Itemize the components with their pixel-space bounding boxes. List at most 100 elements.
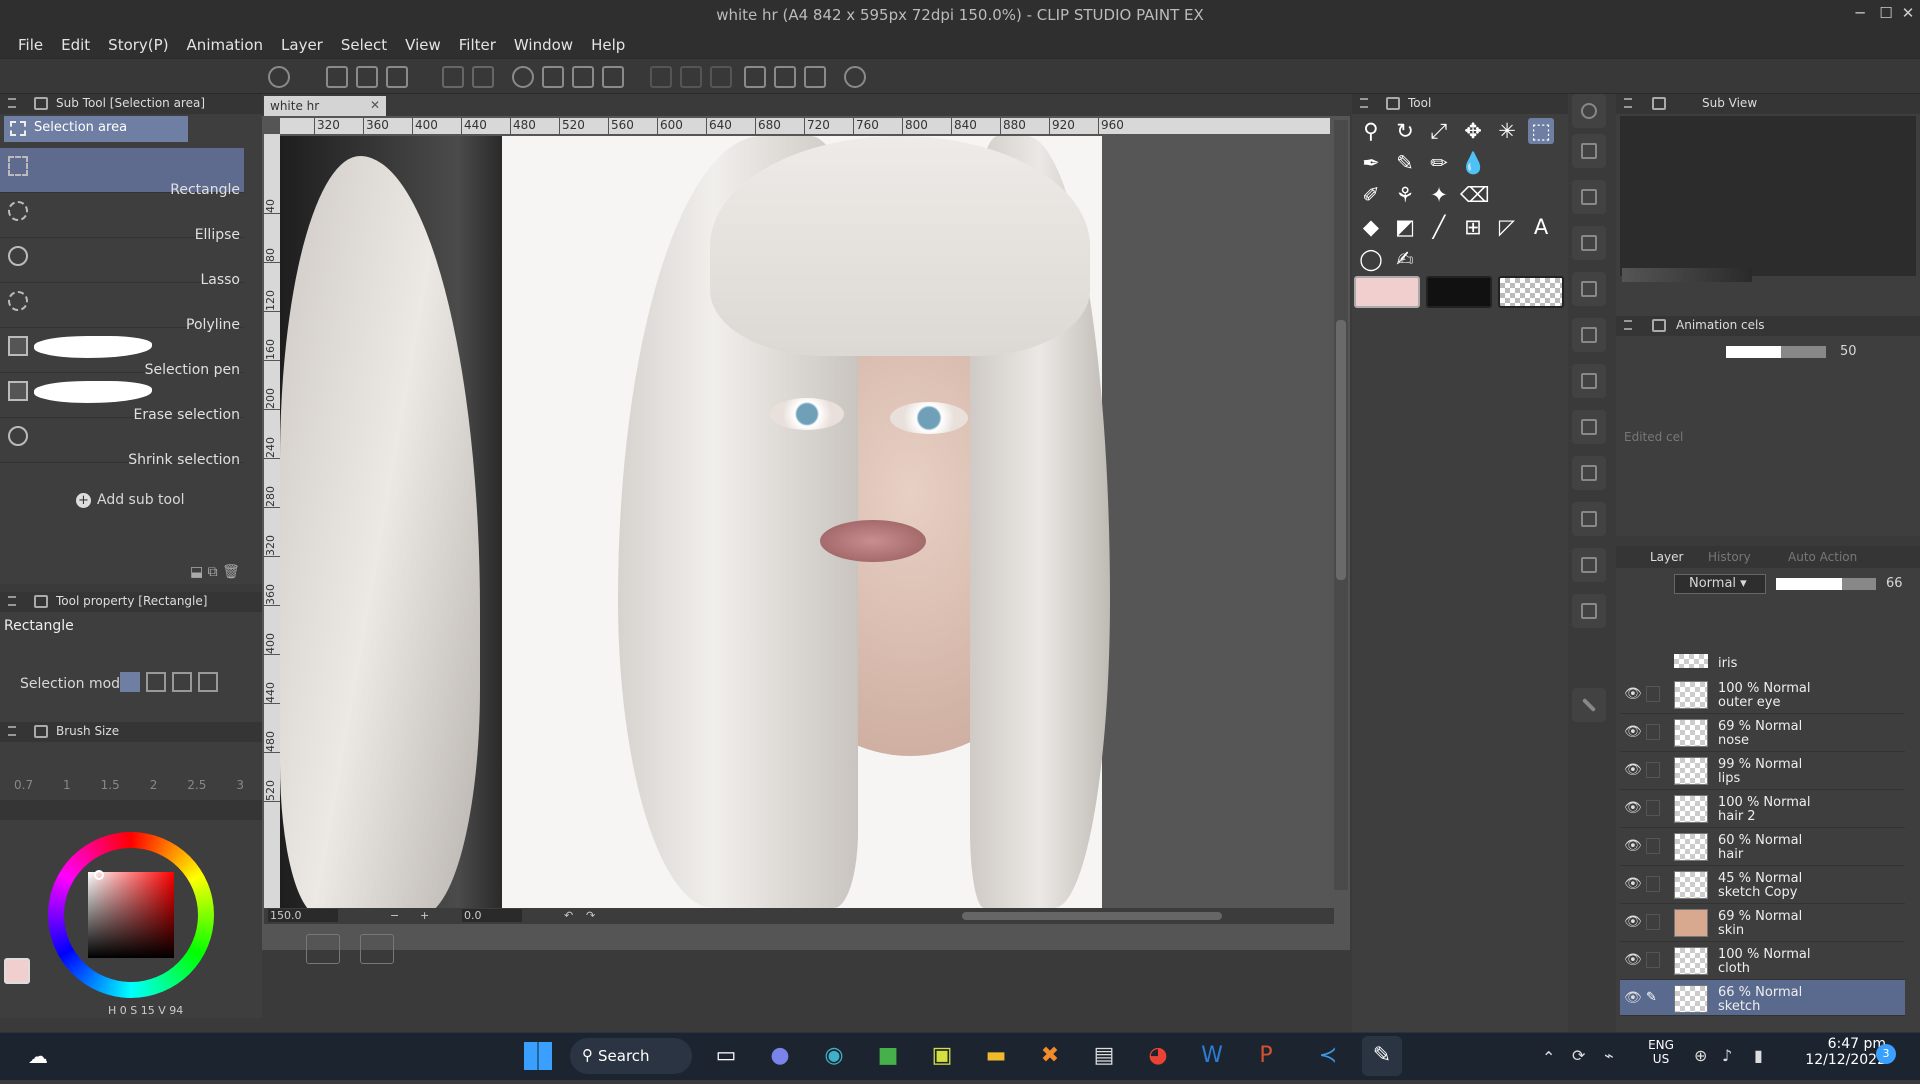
operation-tool-icon[interactable]: ⤢ (1426, 118, 1452, 144)
save-icon[interactable] (386, 66, 408, 88)
text-tool-icon[interactable]: A (1528, 214, 1554, 240)
pen-tool-icon[interactable]: ✎ (1392, 150, 1418, 176)
intersect-selection-mode-icon[interactable] (198, 672, 218, 692)
dock-icon[interactable] (1572, 548, 1606, 582)
subtool-polyline[interactable]: Polyline (0, 283, 244, 332)
pencil-tool-icon[interactable]: ✏ (1426, 150, 1452, 176)
zoom-tool-icon[interactable]: ⚲ (1358, 118, 1384, 144)
fill-icon[interactable] (542, 66, 564, 88)
canvas-tab[interactable]: white hr ✕ (264, 96, 386, 116)
dock-icon[interactable] (1572, 318, 1606, 352)
layer-row[interactable]: 👁 69 % Normal nose (1620, 714, 1905, 752)
canvas-area[interactable]: 320 360 400 440 480 520 560 600 640 680 720 760 800 8… (262, 116, 1350, 964)
menu-layer[interactable]: Layer (272, 32, 332, 54)
navigator-icon[interactable] (1572, 94, 1606, 128)
brush-size-preset[interactable]: 2.5 (187, 778, 206, 792)
layer-row-partial[interactable]: iris (1620, 654, 1905, 676)
layer-row[interactable]: 👁 100 % Normal cloth (1620, 942, 1905, 980)
tray-sync-icon[interactable]: ⟳ (1572, 1046, 1585, 1065)
subtract-selection-mode-icon[interactable] (172, 672, 192, 692)
chrome-icon[interactable]: ◕ (1138, 1036, 1178, 1076)
artwork-canvas[interactable] (280, 136, 1330, 908)
minimize-button[interactable]: ─ (1848, 4, 1872, 26)
invert-selection-icon[interactable] (680, 66, 702, 88)
color-picker-handle[interactable] (94, 870, 104, 880)
undo-icon[interactable] (442, 66, 464, 88)
weather-icon[interactable]: ☁ (18, 1036, 58, 1076)
subtool-selection-pen[interactable]: Selection pen (0, 328, 244, 377)
subtool-ellipse[interactable]: Ellipse (0, 193, 244, 242)
saturation-value-square[interactable] (88, 872, 174, 958)
brush-size-preset[interactable]: 1.5 (101, 778, 120, 792)
navigator-toggle-icon[interactable] (306, 934, 340, 964)
menu-help[interactable]: Help (582, 32, 634, 54)
subtool-erase-selection[interactable]: Erase selection (0, 373, 244, 422)
layer-row[interactable]: 👁 99 % Normal lips (1620, 752, 1905, 790)
brush-size-preset[interactable]: 1 (63, 778, 71, 792)
sparkle-tool-icon[interactable]: ✦ (1426, 182, 1452, 208)
dock-icon[interactable] (1572, 180, 1606, 214)
move-layer-tool-icon[interactable]: ✥ (1460, 118, 1486, 144)
menu-window[interactable]: Window (505, 32, 582, 54)
figure-tool-icon[interactable]: ╱ (1426, 214, 1452, 240)
subtool-actions[interactable]: ⬓ ⧉ 🗑 (190, 564, 254, 582)
snap-special-ruler-icon[interactable] (774, 66, 796, 88)
redo-icon[interactable] (472, 66, 494, 88)
layer-row[interactable]: 👁 45 % Normal sketch Copy (1620, 866, 1905, 904)
brush-dock-icon[interactable] (1572, 688, 1606, 722)
frame-tool-icon[interactable]: ⊞ (1460, 214, 1486, 240)
subtool-shrink-selection[interactable]: Shrink selection (0, 418, 244, 467)
onion-opacity-slider[interactable] (1726, 346, 1826, 358)
rotate-tool-icon[interactable]: ↻ (1392, 118, 1418, 144)
clip-studio-icon[interactable] (268, 66, 290, 88)
main-color-chip[interactable] (1354, 276, 1420, 308)
blend-mode-select[interactable]: Normal ▾ (1674, 574, 1766, 594)
file-explorer-icon[interactable]: ▬ (976, 1036, 1016, 1076)
brush-tool-icon[interactable]: 💧 (1460, 150, 1486, 176)
dock-icon[interactable] (1572, 364, 1606, 398)
layer-row-selected[interactable]: 👁 ✎ 66 % Normal sketch (1620, 980, 1905, 1016)
xampp-icon[interactable]: ✖ (1030, 1036, 1070, 1076)
store-icon[interactable]: ■ (868, 1036, 908, 1076)
sub-view-zoom-slider[interactable] (1622, 268, 1752, 282)
auto-select-tool-icon[interactable]: ✳ (1494, 118, 1520, 144)
close-button[interactable]: ✕ (1896, 4, 1920, 26)
new-selection-mode-icon[interactable] (120, 672, 140, 692)
clip-studio-taskbar-icon[interactable]: ✎ (1362, 1036, 1402, 1076)
history-tab[interactable]: History (1708, 550, 1751, 564)
correct-line-tool-icon[interactable]: ✍ (1392, 246, 1418, 272)
taskbar-search[interactable]: ⚲ Search (570, 1038, 692, 1074)
snap-ruler-icon[interactable] (744, 66, 766, 88)
terminal-icon[interactable]: ▤ (1084, 1036, 1124, 1076)
gradient-tool-icon[interactable]: ◩ (1392, 214, 1418, 240)
layer-row[interactable]: 👁 100 % Normal outer eye (1620, 676, 1905, 714)
rotate-left-icon[interactable]: ↶ (564, 909, 573, 922)
notification-badge[interactable]: 3 (1876, 1044, 1896, 1064)
show-selection-icon[interactable] (710, 66, 732, 88)
deselect-icon[interactable] (650, 66, 672, 88)
add-sub-tool-button[interactable]: + Add sub tool (76, 492, 185, 508)
dock-icon[interactable] (1572, 272, 1606, 306)
eyedropper-tool-icon[interactable]: ✒ (1358, 150, 1384, 176)
edge-icon[interactable]: ◉ (814, 1036, 854, 1076)
brush-size-preset[interactable]: 2 (150, 778, 158, 792)
menu-story[interactable]: Story(P) (99, 32, 177, 54)
clock[interactable]: 6:47 pm 12/12/2022 (1790, 1036, 1886, 1068)
dock-icon[interactable] (1572, 594, 1606, 628)
material-icon[interactable] (1572, 134, 1606, 168)
brush-size-preset[interactable]: 3 (236, 778, 244, 792)
layer-row[interactable]: 👁 60 % Normal hair (1620, 828, 1905, 866)
battery-icon[interactable]: ▮ (1754, 1046, 1763, 1065)
subtool-rectangle[interactable]: Rectangle (0, 148, 244, 197)
task-view-icon[interactable]: ▭ (706, 1036, 746, 1076)
menu-select[interactable]: Select (332, 32, 396, 54)
balloon-tool-icon[interactable]: ◯ (1358, 246, 1384, 272)
add-selection-mode-icon[interactable] (146, 672, 166, 692)
sub-tool-group-tab[interactable]: Selection area (4, 116, 188, 142)
menu-view[interactable]: View (396, 32, 450, 54)
sub-view-area[interactable] (1620, 116, 1916, 276)
rotate-right-icon[interactable]: ↷ (586, 909, 595, 922)
selection-tool-icon[interactable]: ⬚ (1528, 118, 1554, 144)
zoom-in-icon[interactable]: + (420, 909, 429, 922)
fill-tool-icon[interactable]: ◆ (1358, 214, 1384, 240)
